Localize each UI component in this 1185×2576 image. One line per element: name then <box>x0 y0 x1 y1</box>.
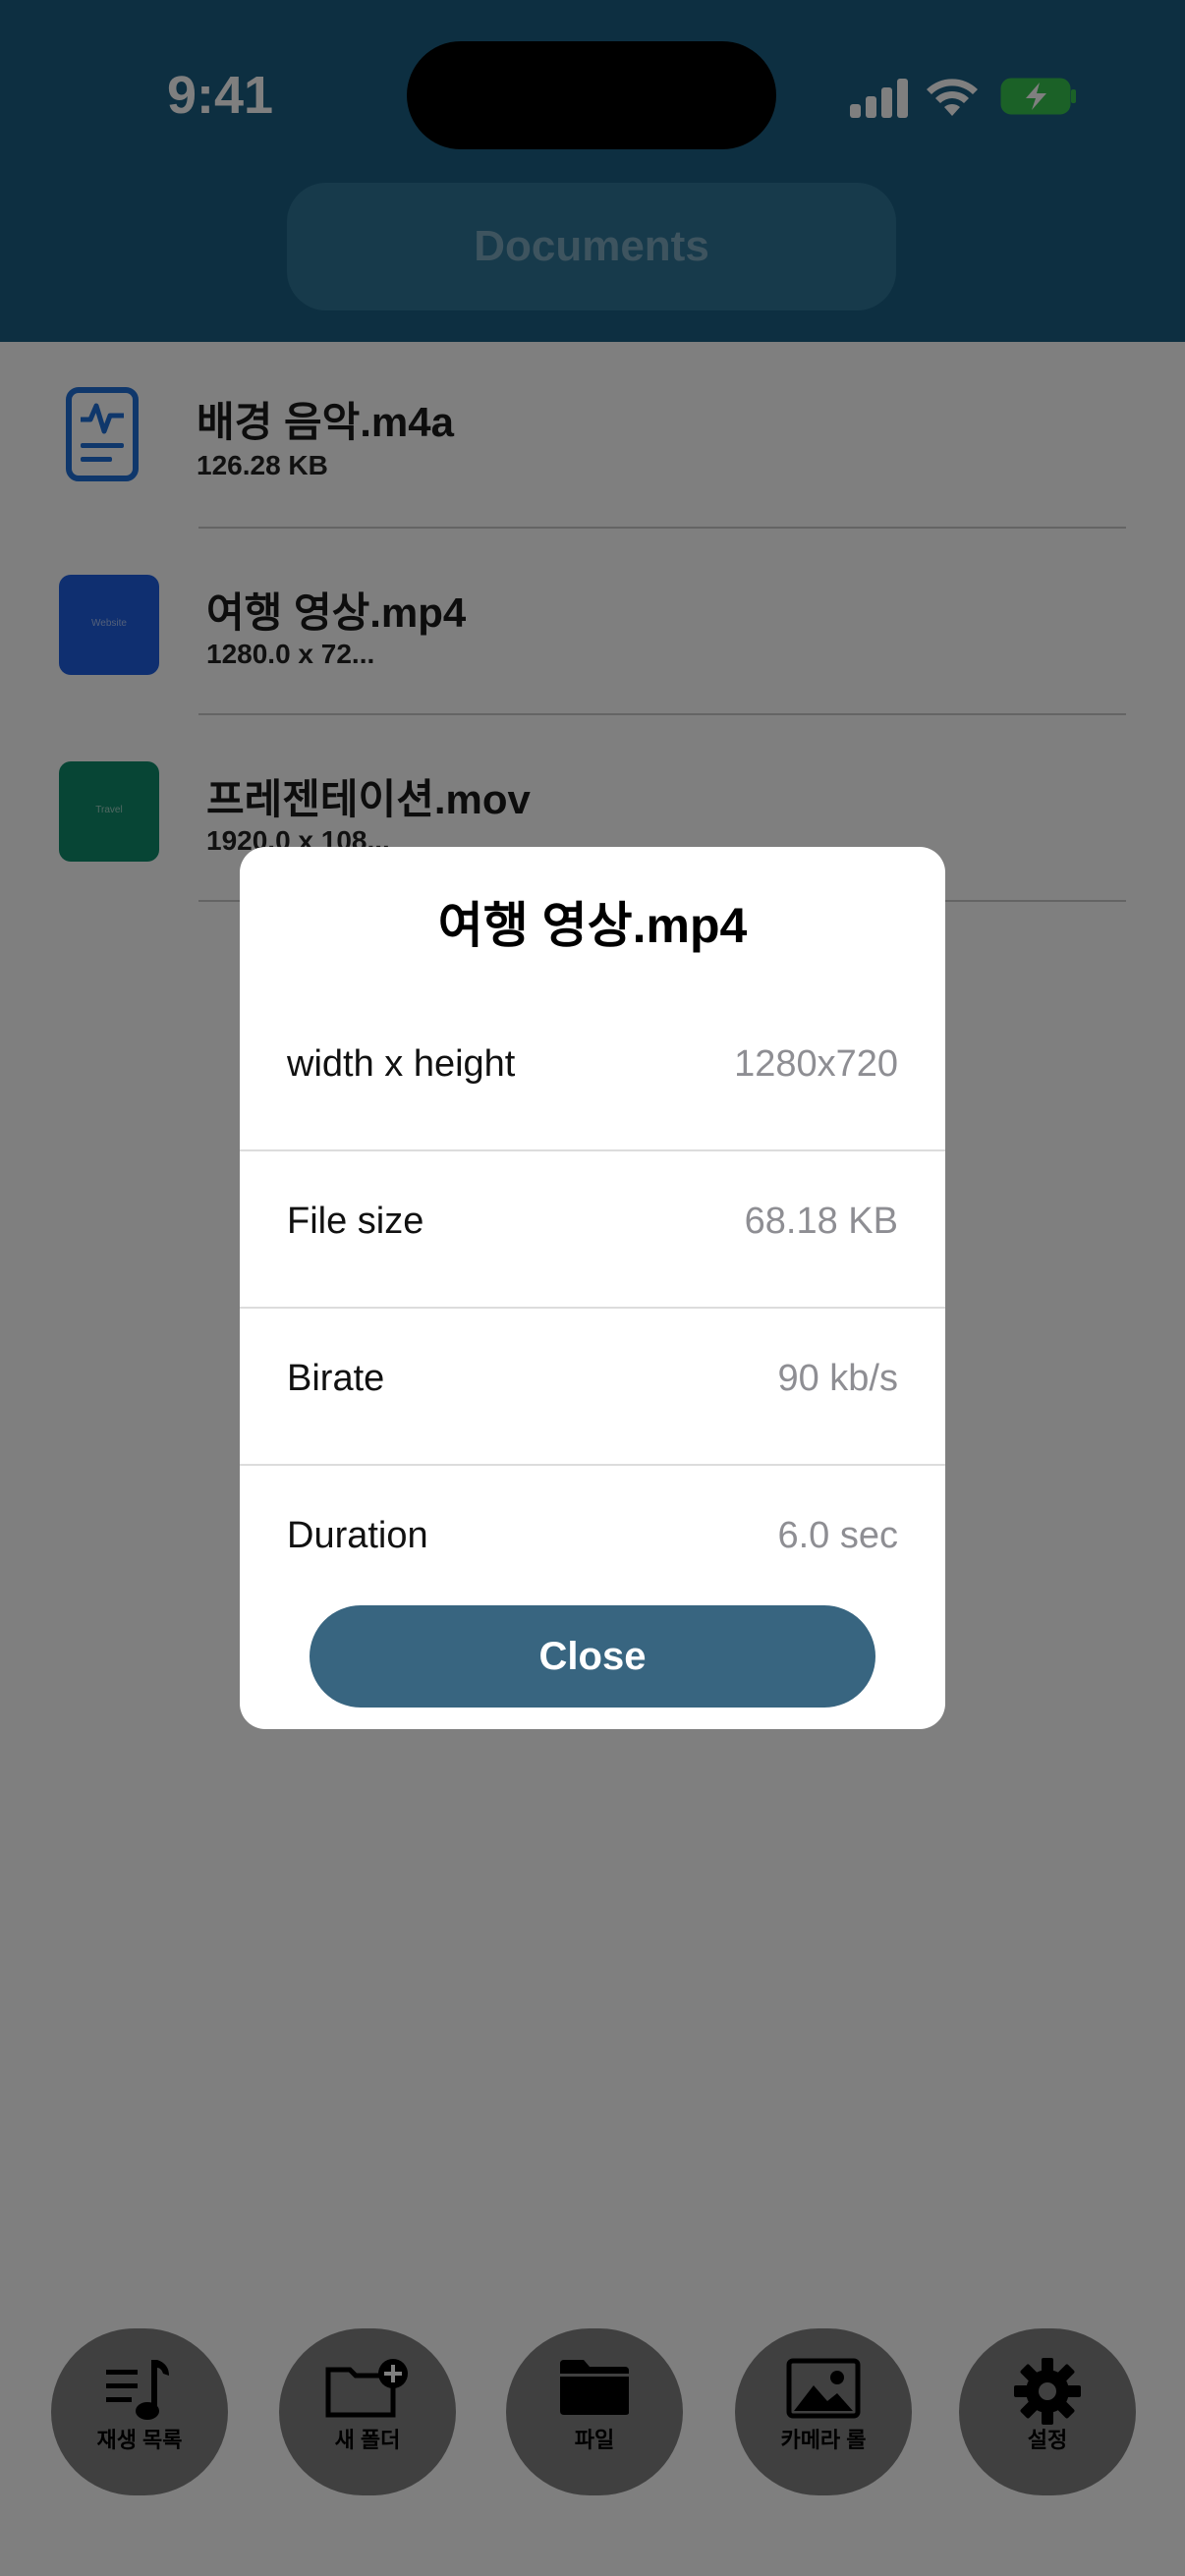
dialog-title: 여행 영상.mp4 <box>437 898 748 953</box>
info-row-file-size: File size 68.18 KB <box>240 1151 945 1309</box>
info-value: 1280x720 <box>734 1043 898 1085</box>
info-label: width x height <box>287 1043 516 1085</box>
info-value: 68.18 KB <box>744 1201 898 1242</box>
close-button[interactable]: Close <box>310 1605 875 1708</box>
info-row-dimensions: width x height 1280x720 <box>240 994 945 1151</box>
info-label: Birate <box>287 1358 385 1399</box>
info-value: 90 kb/s <box>777 1358 898 1399</box>
info-row-bitrate: Birate 90 kb/s <box>240 1309 945 1466</box>
info-label: File size <box>287 1201 424 1242</box>
file-info-dialog: 여행 영상.mp4 width x height 1280x720 File s… <box>240 847 945 1729</box>
info-label: Duration <box>287 1515 428 1556</box>
info-row-duration: Duration 6.0 sec <box>240 1466 945 1621</box>
info-value: 6.0 sec <box>777 1515 898 1556</box>
